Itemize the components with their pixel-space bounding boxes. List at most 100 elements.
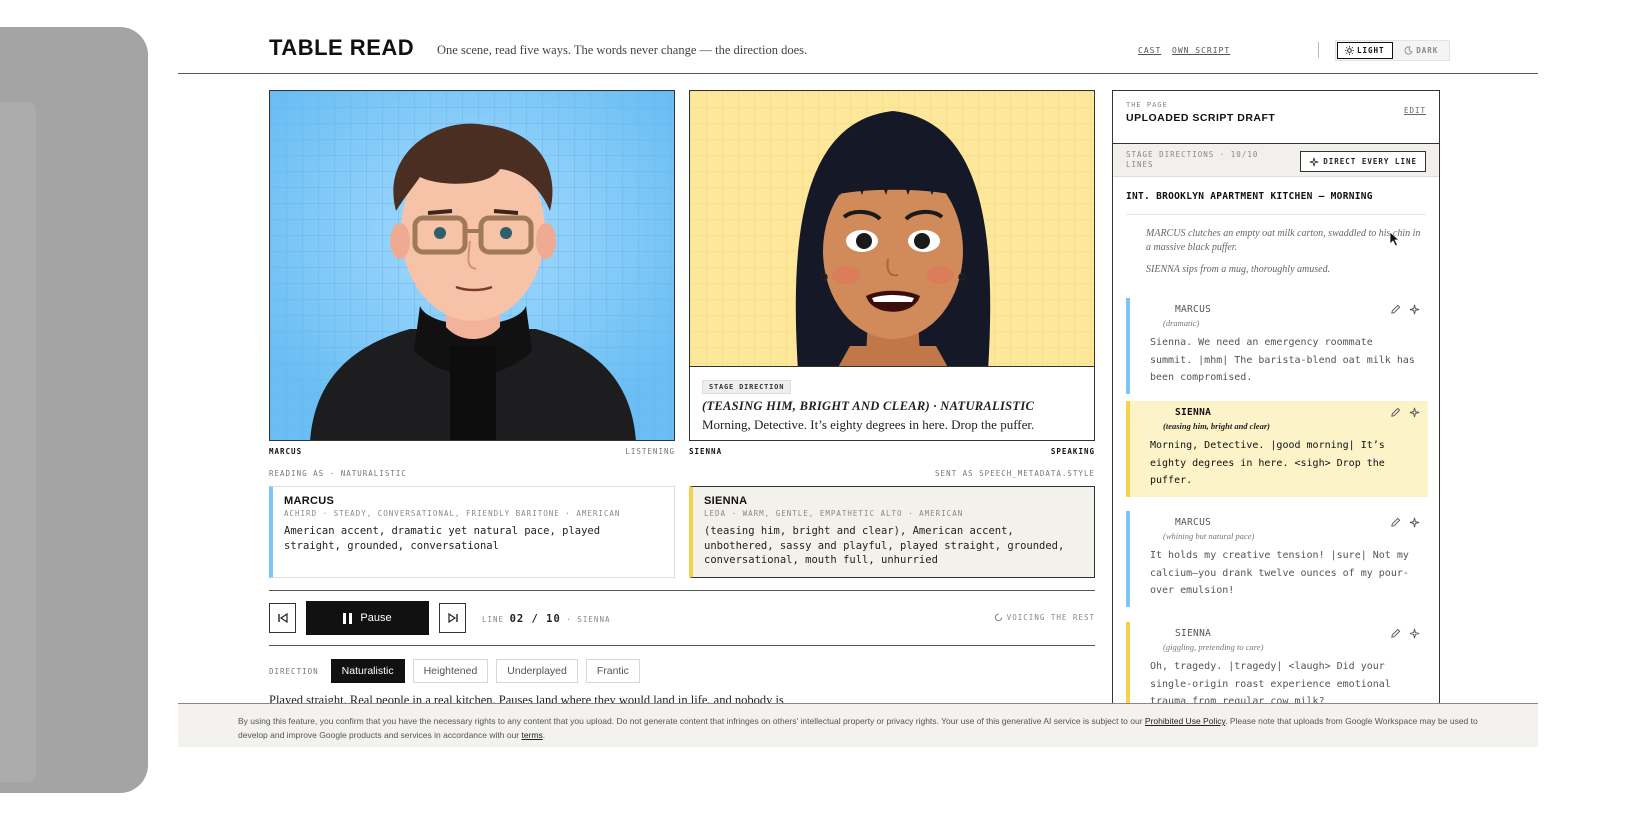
script-line[interactable]: MARCUS (whining but natural pace) It hol… — [1126, 511, 1428, 607]
moon-icon — [1404, 46, 1413, 55]
script-line-character: MARCUS — [1175, 517, 1212, 528]
line-counter: LINE 02 / 10 · SIENNA — [482, 613, 610, 625]
script-line-dialog: It holds my creative tension! |sure| Not… — [1150, 550, 1409, 596]
voice-card-name: SIENNA — [704, 495, 748, 507]
app-header: TABLE READ One scene, read five ways. Th… — [178, 27, 1538, 74]
sparkle-icon[interactable] — [1409, 517, 1420, 528]
line-speaker: · SIENNA — [566, 615, 611, 624]
app-title: TABLE READ — [269, 35, 415, 60]
script-line-character: MARCUS — [1175, 304, 1212, 315]
stage-direction-text: (TEASING HIM, BRIGHT AND CLEAR) · NATURA… — [702, 399, 1035, 413]
terms-link[interactable]: terms — [522, 730, 543, 740]
marcus-voice-card: MARCUS ACHIRD · STEADY, CONVERSATIONAL, … — [269, 486, 675, 578]
scene-heading: INT. BROOKLYN APARTMENT KITCHEN – MORNIN… — [1126, 191, 1426, 215]
sienna-status: SPEAKING — [1050, 447, 1095, 456]
cast-link[interactable]: CAST — [1138, 46, 1161, 55]
own-script-link[interactable]: OWN SCRIPT — [1172, 46, 1230, 55]
theme-light-label: LIGHT — [1356, 46, 1385, 55]
pause-button[interactable]: Pause — [306, 601, 429, 635]
background-window-panel — [0, 102, 36, 782]
direction-naturalistic-button[interactable]: Naturalistic — [330, 659, 405, 683]
sienna-label: SIENNA — [689, 447, 723, 456]
script-line-character: SIENNA — [1175, 407, 1212, 418]
background-window-edge — [0, 27, 148, 793]
skip-forward-icon — [447, 612, 458, 624]
pause-icon — [343, 612, 353, 624]
header-divider — [1318, 42, 1319, 58]
sun-icon — [1344, 46, 1354, 55]
script-panel: THE PAGE UPLOADED SCRIPT DRAFT EDIT STAG… — [1112, 90, 1440, 730]
table-read-app: TABLE READ One scene, read five ways. Th… — [178, 27, 1538, 793]
script-line-active[interactable]: SIENNA (teasing him, bright and clear) M… — [1126, 401, 1428, 497]
stage-direction-count: STAGE DIRECTIONS · 10/10 LINES — [1126, 150, 1259, 169]
footer-text: . — [542, 730, 546, 740]
sienna-voice-card: SIENNA LEDA · WARM, GENTLE, EMPATHETIC A… — [689, 486, 1095, 578]
footer-text: By using this feature, you confirm that … — [238, 716, 1145, 726]
sparkle-icon[interactable] — [1409, 628, 1420, 639]
marcus-illustration — [270, 91, 674, 440]
script-toolbar: STAGE DIRECTIONS · 10/10 LINES DIRECT EV… — [1113, 144, 1439, 177]
direct-every-line-label: DIRECT EVERY LINE — [1323, 157, 1417, 166]
theme-toggle: LIGHT DARK — [1335, 40, 1450, 61]
direction-frantic-button[interactable]: Frantic — [585, 659, 640, 683]
marcus-portrait — [269, 90, 675, 441]
theme-dark-button[interactable]: DARK — [1395, 42, 1449, 59]
script-line-dialog: Sienna. We need an emergency roommate su… — [1150, 337, 1415, 383]
voicing-label: VOICING THE REST — [1006, 613, 1095, 622]
pause-label: Pause — [360, 612, 392, 624]
voice-card-name: MARCUS — [284, 495, 335, 507]
app-tagline: One scene, read five ways. The words nev… — [437, 43, 808, 57]
sparkle-icon — [1309, 157, 1319, 166]
pencil-icon[interactable] — [1390, 407, 1401, 418]
direction-underplayed-button[interactable]: Underplayed — [496, 659, 578, 683]
edit-script-link[interactable]: EDIT — [1404, 106, 1426, 115]
stage-direction-tag: STAGE DIRECTION — [702, 380, 792, 394]
pencil-icon[interactable] — [1390, 304, 1401, 315]
previous-line-button[interactable] — [269, 603, 296, 633]
script-title: UPLOADED SCRIPT DRAFT — [1126, 112, 1276, 124]
stage-direction-box: STAGE DIRECTION (TEASING HIM, BRIGHT AND… — [690, 366, 1094, 440]
direct-every-line-button[interactable]: DIRECT EVERY LINE — [1300, 151, 1426, 172]
script-line-parenthetical: (dramatic) — [1163, 318, 1200, 328]
next-line-button[interactable] — [439, 603, 466, 633]
reading-as-label: READING AS · NATURALISTIC — [269, 469, 407, 478]
sparkle-icon[interactable] — [1409, 407, 1420, 418]
voice-card-meta: ACHIRD · STEADY, CONVERSATIONAL, FRIENDL… — [284, 509, 621, 518]
sienna-portrait: STAGE DIRECTION (TEASING HIM, BRIGHT AND… — [689, 90, 1095, 441]
script-line-dialog: Morning, Detective. |good morning| It’s … — [1150, 440, 1385, 486]
theme-light-button[interactable]: LIGHT — [1337, 42, 1393, 59]
script-line-parenthetical: (giggling, pretending to care) — [1163, 642, 1264, 652]
line-prefix: LINE — [482, 615, 505, 624]
marcus-label: MARCUS — [269, 447, 303, 456]
script-line-parenthetical: (teasing him, bright and clear) — [1163, 421, 1270, 431]
mouse-cursor-icon — [1389, 231, 1401, 247]
voicing-status: VOICING THE REST — [994, 613, 1095, 622]
loading-icon — [994, 613, 1002, 622]
skip-back-icon — [277, 612, 288, 624]
voice-card-prompt: (teasing him, bright and clear), America… — [704, 525, 1065, 566]
action-line: SIENNA sips from a mug, thoroughly amuse… — [1146, 264, 1331, 275]
direction-label: DIRECTION — [269, 666, 319, 676]
sparkle-icon[interactable] — [1409, 304, 1420, 315]
pencil-icon[interactable] — [1390, 628, 1401, 639]
script-line-tools — [1390, 628, 1420, 639]
playback-controls: Pause LINE 02 / 10 · SIENNA VOICING THE … — [269, 590, 1095, 646]
theme-dark-label: DARK — [1416, 46, 1439, 55]
script-header: THE PAGE UPLOADED SCRIPT DRAFT EDIT — [1113, 91, 1439, 144]
action-line: MARCUS clutches an empty oat milk carton… — [1146, 228, 1421, 253]
prohibited-use-policy-link[interactable]: Prohibited Use Policy — [1145, 716, 1225, 726]
script-line-tools — [1390, 517, 1420, 528]
voice-card-prompt: American accent, dramatic yet natural pa… — [284, 525, 601, 552]
pencil-icon[interactable] — [1390, 517, 1401, 528]
script-line-character: SIENNA — [1175, 628, 1212, 639]
marcus-status: LISTENING — [625, 447, 675, 456]
direction-heightened-button[interactable]: Heightened — [412, 659, 489, 683]
voice-card-meta: LEDA · WARM, GENTLE, EMPATHETIC ALTO · A… — [704, 509, 964, 518]
script-line[interactable]: MARCUS (dramatic) Sienna. We need an eme… — [1126, 298, 1428, 394]
script-line-tools — [1390, 407, 1420, 418]
line-number: 02 / 10 — [509, 613, 561, 625]
current-line-text: Morning, Detective. It’s eighty degrees … — [702, 417, 1035, 432]
script-kicker: THE PAGE — [1126, 101, 1168, 109]
script-line-tools — [1390, 304, 1420, 315]
direction-selector: DIRECTION Naturalistic Heightened Underp… — [269, 659, 640, 683]
